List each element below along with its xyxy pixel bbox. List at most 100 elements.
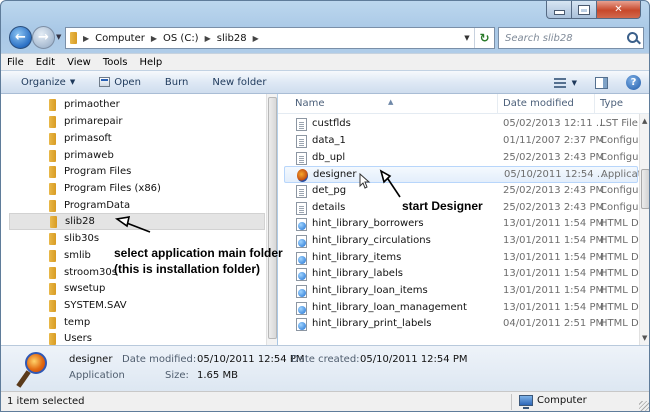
folder-icon	[49, 232, 56, 245]
new-folder-button[interactable]: New folder	[212, 77, 266, 88]
minimize-button[interactable]	[546, 1, 572, 19]
search-input[interactable]: Search slib28	[499, 33, 623, 44]
back-arrow-icon: ←	[15, 30, 26, 45]
menu-edit[interactable]: Edit	[36, 57, 55, 68]
scroll-down-icon[interactable]: ▼	[642, 334, 647, 342]
annotation-select-folder-line2: (this is installation folder)	[114, 262, 261, 276]
details-pane: designer Application Date modified: 05/1…	[1, 345, 649, 391]
nav-folder-slib30s[interactable]: slib30s	[9, 230, 265, 247]
scrollbar-thumb[interactable]	[268, 97, 277, 339]
menu-help[interactable]: Help	[139, 57, 162, 68]
forward-button[interactable]: →	[32, 26, 55, 49]
file-date: 13/01/2011 1:54 PM	[503, 302, 605, 313]
folder-icon	[50, 215, 57, 228]
file-type: HTML Document	[600, 218, 640, 229]
chevron-right-icon[interactable]: ▶	[205, 34, 211, 43]
column-separator[interactable]	[594, 94, 595, 114]
file-date: 04/01/2011 2:51 PM	[503, 318, 605, 329]
preview-pane-icon[interactable]	[595, 76, 608, 89]
folder-icon	[49, 132, 56, 145]
organize-button[interactable]: Organize ▼	[21, 77, 75, 88]
breadcrumb-os-c[interactable]: OS (C:)	[163, 28, 199, 48]
nav-folder-system-sav[interactable]: SYSTEM.SAV	[9, 297, 265, 314]
nav-folder-primasoft[interactable]: primasoft	[9, 130, 265, 147]
file-row-hint-library-labels[interactable]: hint_library_labels 13/01/2011 1:54 PM HTM…	[284, 266, 640, 283]
chevron-right-icon[interactable]: ▶	[253, 34, 259, 43]
recent-pages-dropdown[interactable]: ▼	[56, 33, 61, 41]
maximize-button[interactable]	[572, 1, 597, 19]
scroll-up-icon[interactable]: ▲	[642, 117, 647, 125]
file-row-hint-library-loan-management[interactable]: hint_library_loan_management 13/01/2011 1…	[284, 300, 640, 317]
file-row-hint-library-loan-items[interactable]: hint_library_loan_items 13/01/2011 1:54 P…	[284, 283, 640, 300]
nav-folder-primarepair[interactable]: primarepair	[9, 113, 265, 130]
folder-icon	[49, 98, 56, 111]
breadcrumb-computer[interactable]: Computer	[95, 28, 145, 48]
explorer-window: ✕ ← → ▼ ▶ Computer ▶ OS (C:) ▶ slib28 ▶ …	[0, 0, 650, 412]
column-name[interactable]: Name	[295, 98, 325, 109]
nav-folder-label: primasoft	[64, 133, 112, 144]
file-row-data-1[interactable]: data_1 01/11/2007 2:37 PMConfiguration	[284, 133, 640, 150]
address-dropdown[interactable]: ▼	[460, 34, 474, 42]
menu-tools[interactable]: Tools	[103, 57, 128, 68]
annotation-start-designer: start Designer	[402, 199, 483, 213]
file-type: Configuration	[600, 202, 640, 213]
file-row-hint-library-items[interactable]: hint_library_items 13/01/2011 1:54 PM HTML…	[284, 250, 640, 267]
file-name: hint_library_borrowers	[312, 218, 424, 229]
nav-folder-temp[interactable]: temp	[9, 314, 265, 331]
view-dropdown-icon[interactable]: ▼	[572, 79, 577, 87]
burn-button[interactable]: Burn	[165, 77, 188, 88]
file-list-pane: ▲ Name Date modified Type custflds 05/02/…	[278, 94, 649, 345]
file-name: custflds	[312, 118, 351, 129]
menu-view[interactable]: View	[67, 57, 91, 68]
file-row-hint-library-print-labels[interactable]: hint_library_print_labels 04/01/2011 2:51…	[284, 316, 640, 333]
close-button[interactable]: ✕	[597, 1, 641, 19]
chevron-right-icon[interactable]: ▶	[151, 34, 157, 43]
open-icon	[99, 77, 111, 87]
nav-folder-programdata[interactable]: ProgramData	[9, 197, 265, 214]
nav-folder-swsetup[interactable]: swsetup	[9, 280, 265, 297]
file-row-db-upl[interactable]: db_upl 25/02/2013 2:43 PMConfiguration	[284, 150, 640, 167]
navigation-scrollbar[interactable]	[266, 94, 277, 345]
column-separator[interactable]	[497, 94, 498, 114]
file-date: 13/01/2011 1:54 PM	[503, 268, 605, 279]
change-view-icon[interactable]	[553, 77, 566, 88]
search-icon[interactable]	[623, 28, 643, 48]
help-icon[interactable]: ?	[626, 75, 641, 90]
nav-folder-users[interactable]: Users	[9, 330, 265, 345]
search-box[interactable]: Search slib28	[498, 27, 644, 49]
file-date: 05/02/2013 12:11 ...	[503, 118, 606, 129]
scrollbar-thumb[interactable]	[641, 169, 649, 209]
resize-grip[interactable]	[639, 401, 649, 411]
file-list-scrollbar[interactable]: ▲ ▼	[639, 114, 649, 345]
back-button[interactable]: ←	[9, 26, 32, 49]
nav-folder-slib28[interactable]: slib28	[9, 213, 265, 230]
file-name: details	[312, 202, 346, 213]
settings-file-icon	[296, 135, 307, 148]
folder-icon	[49, 299, 56, 312]
file-name: hint_library_items	[312, 252, 402, 263]
file-date: 25/02/2013 2:43 PM	[503, 152, 605, 163]
file-row-det-pg[interactable]: det_pg 25/02/2013 2:43 PMConfiguration	[284, 183, 640, 200]
file-row-hint-library-circulations[interactable]: hint_library_circulations 13/01/2011 1:54…	[284, 233, 640, 250]
breadcrumb-slib28[interactable]: slib28	[217, 28, 247, 48]
file-row-designer[interactable]: designer 05/10/2011 12:54 ...Application	[284, 166, 641, 183]
open-button[interactable]: Open	[75, 77, 141, 88]
address-bar[interactable]: ▶ Computer ▶ OS (C:) ▶ slib28 ▶ ▼ ↻	[65, 27, 495, 49]
burn-label: Burn	[164, 76, 189, 88]
column-type[interactable]: Type	[600, 98, 623, 109]
nav-folder-label: slib28	[65, 216, 95, 227]
nav-folder-program-files[interactable]: Program Files	[9, 163, 265, 180]
nav-folder-program-files-x86[interactable]: Program Files (x86)	[9, 180, 265, 197]
html-document-icon	[296, 285, 307, 298]
file-row-custflds[interactable]: custflds 05/02/2013 12:11 ... LST File	[284, 116, 638, 133]
file-row-hint-library-borrowers[interactable]: hint_library_borrowers 13/01/2011 1:54 PM…	[284, 216, 640, 233]
menu-file[interactable]: File	[7, 57, 24, 68]
nav-folder-primaother[interactable]: primaother	[9, 96, 265, 113]
settings-file-icon	[296, 185, 307, 198]
nav-folder-primaweb[interactable]: primaweb	[9, 147, 265, 164]
chevron-right-icon[interactable]: ▶	[83, 34, 89, 43]
nav-folder-label: ProgramData	[64, 200, 131, 211]
status-separator	[511, 394, 512, 410]
column-date-modified[interactable]: Date modified	[503, 98, 574, 109]
refresh-button[interactable]: ↻	[474, 28, 494, 48]
